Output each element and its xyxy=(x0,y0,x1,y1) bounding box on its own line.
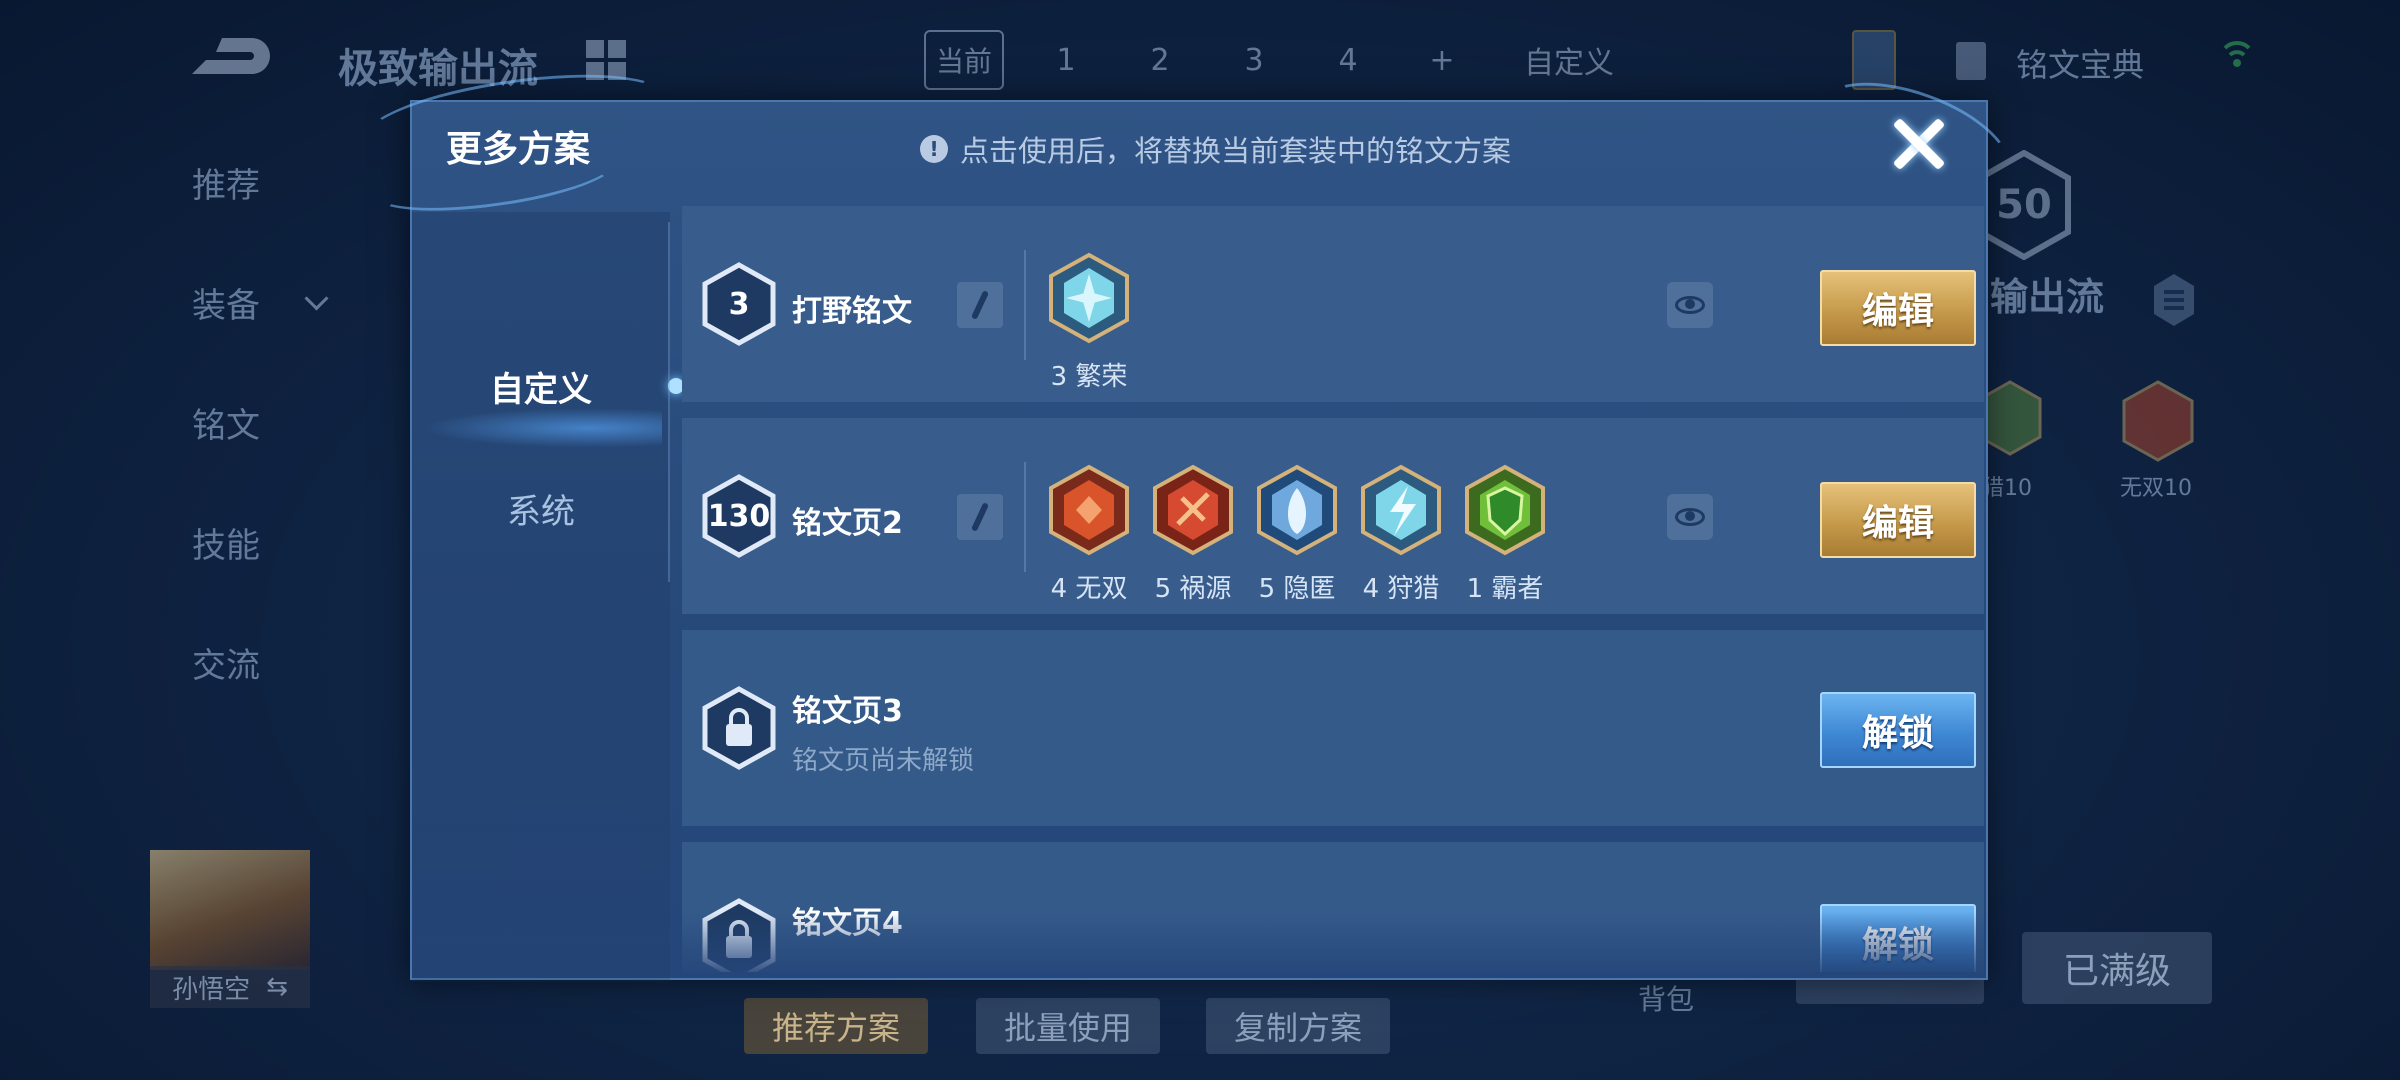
tab-4[interactable]: 4 xyxy=(1316,32,1380,88)
scroll-fade xyxy=(682,912,1984,972)
menu-recommend[interactable]: 推荐 xyxy=(192,158,260,207)
edit-button[interactable]: 编辑 xyxy=(1820,270,1976,346)
dialog-title: 更多方案 xyxy=(446,129,591,170)
tab-1[interactable]: 1 xyxy=(1034,32,1098,88)
plan-list[interactable]: 3 打野铭文 3 繁荣 编辑 130 铭文页2 4 无双 5 祸源 5 隐匿 4… xyxy=(682,206,1984,972)
unlock-button[interactable]: 解锁 xyxy=(1820,692,1976,768)
preview-eye-icon[interactable] xyxy=(1667,494,1713,540)
maxed-button[interactable]: 已满级 xyxy=(2022,932,2212,1004)
dialog-hint: ! 点击使用后，将替换当前套装中的铭文方案 xyxy=(920,128,1511,170)
gem-icon-bazhe xyxy=(1464,464,1546,556)
divider xyxy=(1024,250,1026,360)
gem-icon-wushuang-bg xyxy=(2122,380,2194,462)
nav-highlight xyxy=(422,408,662,448)
nav-divider xyxy=(668,222,670,582)
hero-name: 孙悟空 xyxy=(172,974,251,1005)
codex-label[interactable]: 铭文宝典 xyxy=(2016,40,2144,86)
tab-2[interactable]: 2 xyxy=(1128,32,1192,88)
right-gem-label-1: 猎10 xyxy=(1982,476,2032,501)
copy-plan-button[interactable]: 复制方案 xyxy=(1206,998,1390,1054)
gem-icon-wushuang xyxy=(1048,464,1130,556)
tab-current[interactable]: 当前 xyxy=(924,30,1004,90)
tab-system-plans[interactable]: 系统 xyxy=(412,484,670,533)
gem-icon-shoulie xyxy=(1360,464,1442,556)
plan-category-nav: 自定义 系统 xyxy=(412,212,684,982)
plan-row-locked[interactable]: 铭文页3 铭文页尚未解锁 解锁 xyxy=(682,630,1984,826)
gem-label: 4 狩猎 xyxy=(1362,574,1440,604)
recommend-plan-button[interactable]: 推荐方案 xyxy=(744,998,928,1054)
backpack-label[interactable]: 背包 xyxy=(1638,978,1694,1018)
tab-custom[interactable]: 自定义 xyxy=(1524,32,1614,88)
rename-icon[interactable] xyxy=(957,494,1003,540)
swap-icon[interactable]: ⇆ xyxy=(266,972,288,1002)
gem-label: 1 霸者 xyxy=(1466,574,1544,604)
right-gem-label-2: 无双10 xyxy=(2120,476,2192,501)
codex-icon[interactable] xyxy=(1956,42,1986,80)
level-hex-icon: 3 xyxy=(702,262,776,346)
divider xyxy=(1024,462,1026,572)
edit-button[interactable]: 编辑 xyxy=(1820,482,1976,558)
plan-lock-status: 铭文页尚未解锁 xyxy=(792,746,975,776)
wifi-icon xyxy=(2222,36,2252,76)
tab-custom-plans[interactable]: 自定义 xyxy=(412,362,684,411)
hero-avatar[interactable] xyxy=(150,850,310,970)
back-icon[interactable] xyxy=(182,34,274,78)
gem-label: 5 隐匿 xyxy=(1258,574,1336,604)
close-button[interactable] xyxy=(1886,114,1946,174)
plan-row[interactable]: 3 打野铭文 3 繁荣 编辑 xyxy=(682,206,1984,402)
set-tabs: 当前 1 2 3 4 + 自定义 xyxy=(924,28,1644,92)
info-icon: ! xyxy=(920,135,948,163)
gem-icon-yinni xyxy=(1256,464,1338,556)
card-icon[interactable] xyxy=(1852,30,1896,90)
rename-icon[interactable] xyxy=(957,282,1003,328)
plan-row[interactable]: 130 铭文页2 4 无双 5 祸源 5 隐匿 4 狩猎 1 霸者 编辑 xyxy=(682,418,1984,614)
preview-eye-icon[interactable] xyxy=(1667,282,1713,328)
level-hex-icon: 130 xyxy=(702,474,776,558)
gem-icon-huoyuan xyxy=(1152,464,1234,556)
menu-inscription[interactable]: 铭文 xyxy=(192,398,260,447)
gem-label: 4 无双 xyxy=(1050,574,1128,604)
right-title: 输出流 xyxy=(1990,275,2105,319)
menu-icon[interactable] xyxy=(2152,272,2196,328)
hero-name-bar[interactable]: 孙悟空 ⇆ xyxy=(150,966,310,1008)
menu-skill[interactable]: 技能 xyxy=(192,518,260,567)
plan-name: 打野铭文 xyxy=(792,294,912,329)
menu-equipment[interactable]: 装备 xyxy=(192,278,260,327)
tab-add[interactable]: + xyxy=(1410,32,1474,88)
lock-hex-icon xyxy=(702,686,776,770)
plan-name: 铭文页2 xyxy=(792,506,903,541)
gem-label: 5 祸源 xyxy=(1154,574,1232,604)
tab-3[interactable]: 3 xyxy=(1222,32,1286,88)
batch-use-button[interactable]: 批量使用 xyxy=(976,998,1160,1054)
plan-level: 130 xyxy=(707,498,771,534)
plan-name: 铭文页3 xyxy=(792,694,903,729)
gem-icon-prosperity xyxy=(1048,252,1130,344)
menu-exchange[interactable]: 交流 xyxy=(192,638,260,687)
gem-label: 3 繁荣 xyxy=(1050,362,1128,392)
plan-level: 3 xyxy=(728,286,750,322)
more-plans-dialog: 更多方案 ! 点击使用后，将替换当前套装中的铭文方案 自定义 系统 3 打野铭文… xyxy=(358,59,2027,982)
hint-text: 点击使用后，将替换当前套装中的铭文方案 xyxy=(960,134,1512,168)
